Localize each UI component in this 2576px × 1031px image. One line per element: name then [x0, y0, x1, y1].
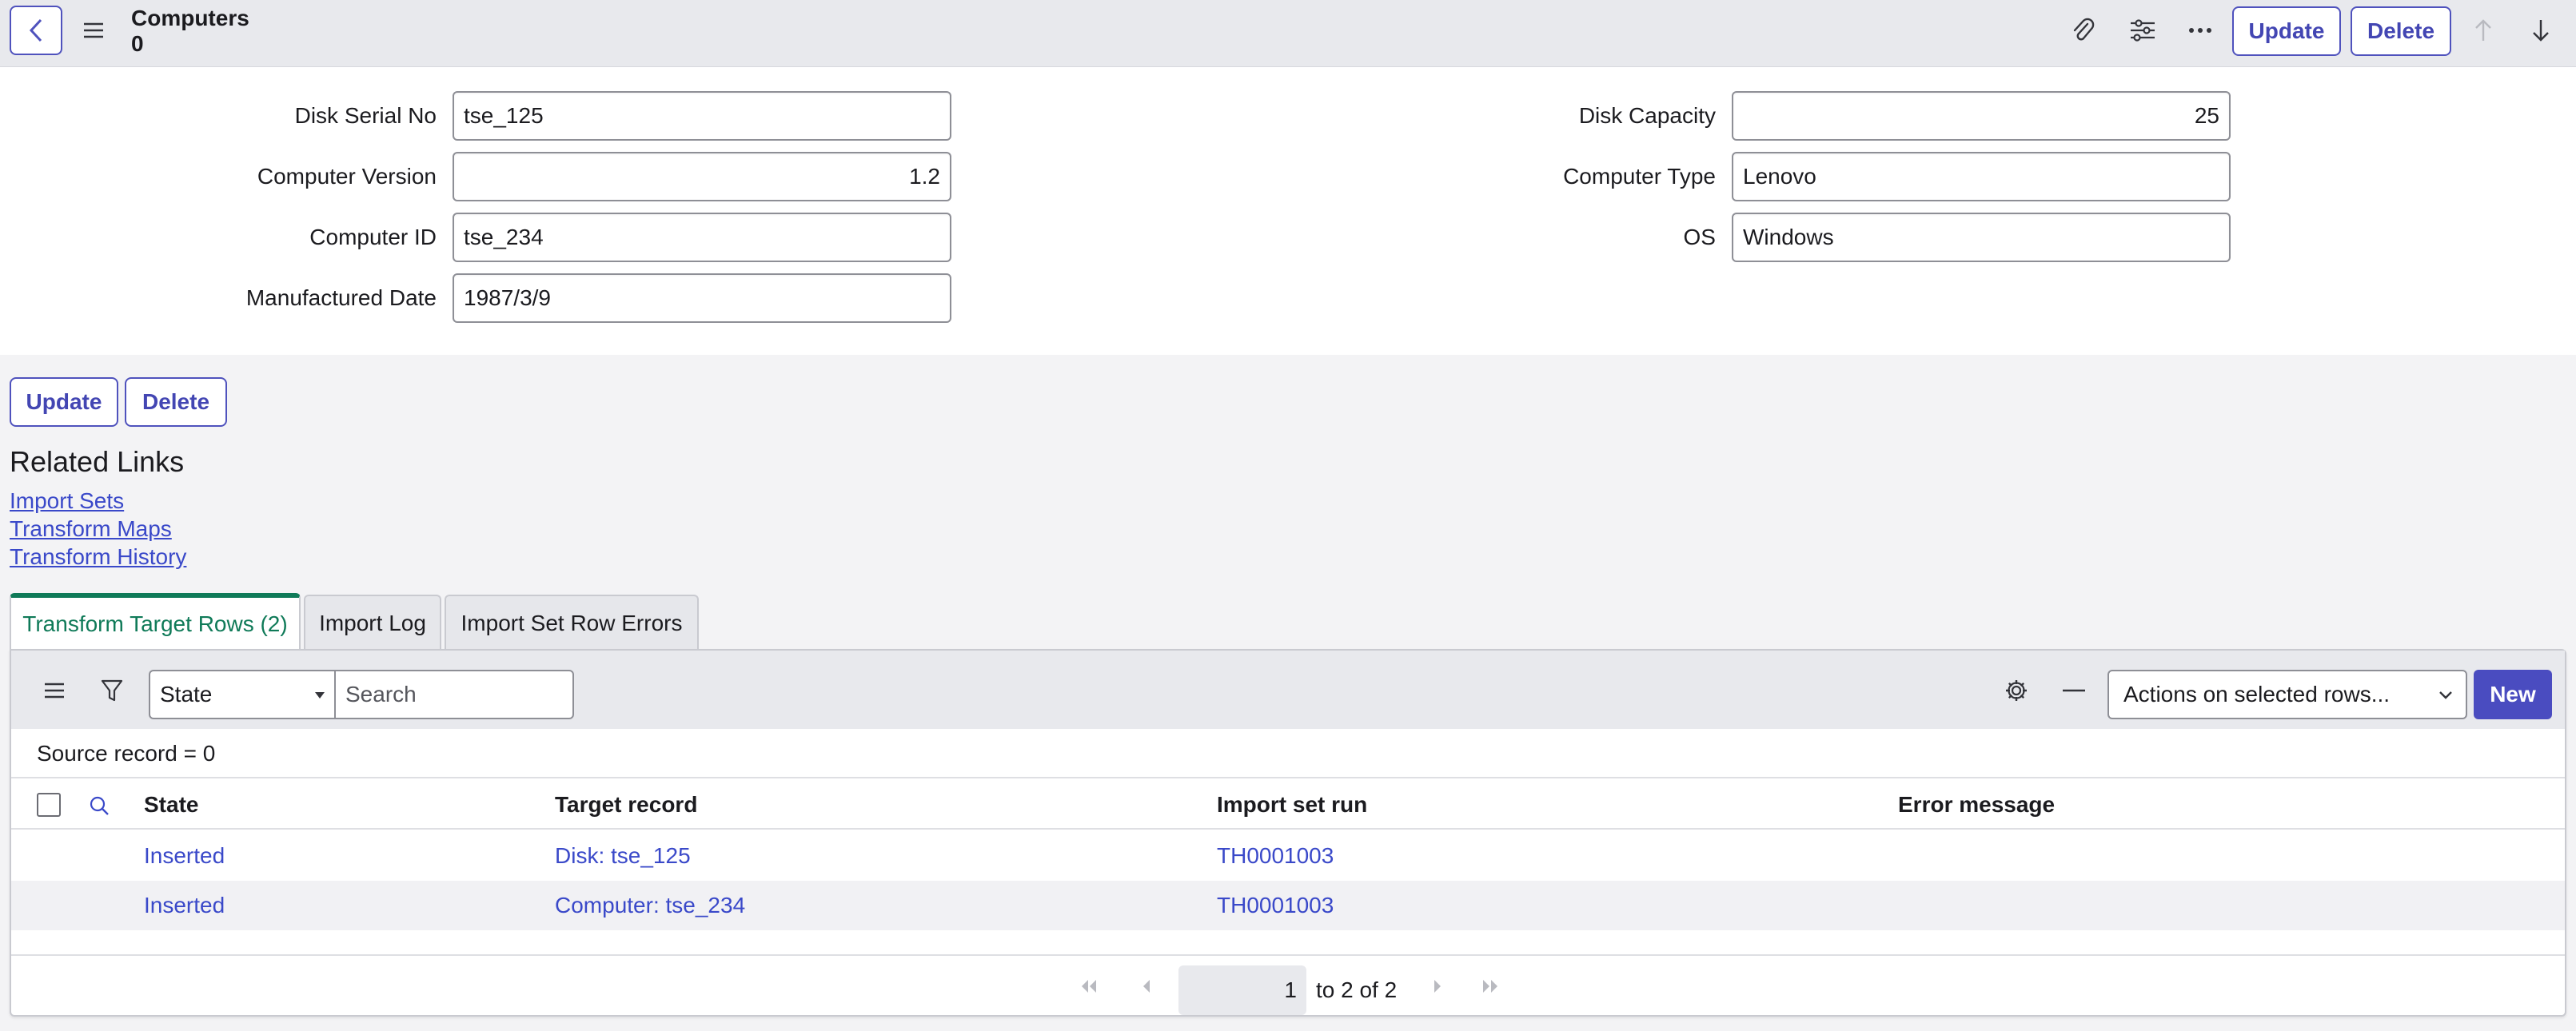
form-header: Computers 0 Update Delete — [0, 0, 2576, 67]
pagination: 1 to 2 of 2 — [11, 954, 2565, 1017]
manufactured-date-label: Manufactured Date — [245, 285, 437, 310]
table-header: State Target record Import set run Error… — [11, 780, 2565, 830]
search-field-select[interactable]: State — [149, 670, 334, 719]
filter-icon[interactable] — [96, 675, 128, 707]
collapse-icon[interactable] — [2058, 675, 2090, 707]
computer-version-label: Computer Version — [257, 164, 437, 189]
paperclip-icon[interactable] — [2068, 14, 2099, 46]
disk-serial-no-field[interactable]: tse_125 — [453, 91, 951, 141]
column-header-state[interactable]: State — [144, 780, 198, 830]
list-toolbar: State Search Actions on selected rows...… — [11, 651, 2565, 729]
tab-import-set-row-errors[interactable]: Import Set Row Errors — [445, 595, 699, 651]
column-header-import-set-run[interactable]: Import set run — [1217, 780, 1367, 830]
new-button[interactable]: New — [2474, 670, 2552, 719]
previous-page-icon[interactable] — [1134, 973, 1159, 999]
context-menu-icon[interactable] — [80, 18, 107, 43]
list-menu-icon[interactable] — [38, 675, 70, 707]
disk-serial-no-label: Disk Serial No — [294, 103, 437, 128]
tab-transform-target-rows[interactable]: Transform Target Rows (2) — [10, 593, 301, 651]
actions-select[interactable]: Actions on selected rows... — [2107, 670, 2467, 719]
column-header-error-message[interactable]: Error message — [1898, 780, 2055, 830]
caret-down-icon — [315, 692, 325, 699]
computer-type-label: Computer Type — [1563, 164, 1716, 189]
page-number-input[interactable]: 1 — [1178, 965, 1306, 1015]
related-list-panel: State Search Actions on selected rows...… — [10, 649, 2566, 1017]
row-target-record[interactable]: Computer: tse_234 — [555, 881, 745, 930]
row-state[interactable]: Inserted — [144, 881, 225, 930]
row-state[interactable]: Inserted — [144, 831, 225, 881]
record-form: Disk Serial No tse_125 Computer Version … — [0, 67, 2576, 355]
select-all-checkbox[interactable] — [37, 793, 61, 817]
arrow-up-icon[interactable] — [2467, 14, 2499, 46]
actions-select-value: Actions on selected rows... — [2123, 682, 2391, 707]
search-icon[interactable] — [83, 790, 115, 822]
update-button[interactable]: Update — [2232, 6, 2341, 56]
manufactured-date-field[interactable]: 1987/3/9 — [453, 273, 951, 323]
column-header-target-record[interactable]: Target record — [555, 780, 697, 830]
bottom-update-button[interactable]: Update — [10, 377, 118, 427]
os-label: OS — [1683, 225, 1716, 249]
link-transform-history[interactable]: Transform History — [10, 543, 186, 571]
last-page-icon[interactable] — [1477, 973, 1503, 999]
tab-import-log[interactable]: Import Log — [304, 595, 441, 651]
row-import-set-run[interactable]: TH0001003 — [1217, 831, 1334, 881]
chevron-down-icon — [2439, 691, 2452, 699]
related-links-heading: Related Links — [10, 445, 185, 478]
personalize-form-icon[interactable] — [2127, 14, 2159, 46]
arrow-down-icon[interactable] — [2525, 14, 2557, 46]
record-table-name: Computers — [131, 6, 249, 30]
first-page-icon[interactable] — [1076, 973, 1102, 999]
chevron-left-icon — [29, 18, 42, 42]
os-field[interactable]: Windows — [1732, 213, 2231, 262]
search-field-value: State — [160, 682, 213, 707]
disk-capacity-field[interactable]: 25 — [1732, 91, 2231, 141]
disk-capacity-label: Disk Capacity — [1578, 103, 1716, 128]
gear-icon[interactable] — [2000, 675, 2032, 707]
row-target-record[interactable]: Disk: tse_125 — [555, 831, 691, 881]
computer-id-label: Computer ID — [309, 225, 437, 249]
table-row: Inserted Disk: tse_125 TH0001003 — [11, 831, 2565, 881]
link-transform-maps[interactable]: Transform Maps — [10, 516, 172, 543]
page-title: Computers 0 — [131, 5, 249, 56]
more-options-icon[interactable] — [2184, 14, 2216, 46]
computer-type-field[interactable]: Lenovo — [1732, 152, 2231, 201]
link-import-sets[interactable]: Import Sets — [10, 488, 124, 515]
search-input[interactable]: Search — [334, 670, 574, 719]
table-row: Inserted Computer: tse_234 TH0001003 — [11, 881, 2565, 930]
delete-button[interactable]: Delete — [2351, 6, 2451, 56]
row-import-set-run[interactable]: TH0001003 — [1217, 881, 1334, 930]
bottom-delete-button[interactable]: Delete — [125, 377, 227, 427]
back-button[interactable] — [10, 6, 62, 55]
next-page-icon[interactable] — [1425, 973, 1450, 999]
page-range-text: to 2 of 2 — [1316, 977, 1398, 1002]
computer-version-field[interactable]: 1.2 — [453, 152, 951, 201]
record-display-value: 0 — [131, 31, 144, 56]
filter-breadcrumb[interactable]: Source record = 0 — [11, 729, 2565, 778]
computer-id-field[interactable]: tse_234 — [453, 213, 951, 262]
